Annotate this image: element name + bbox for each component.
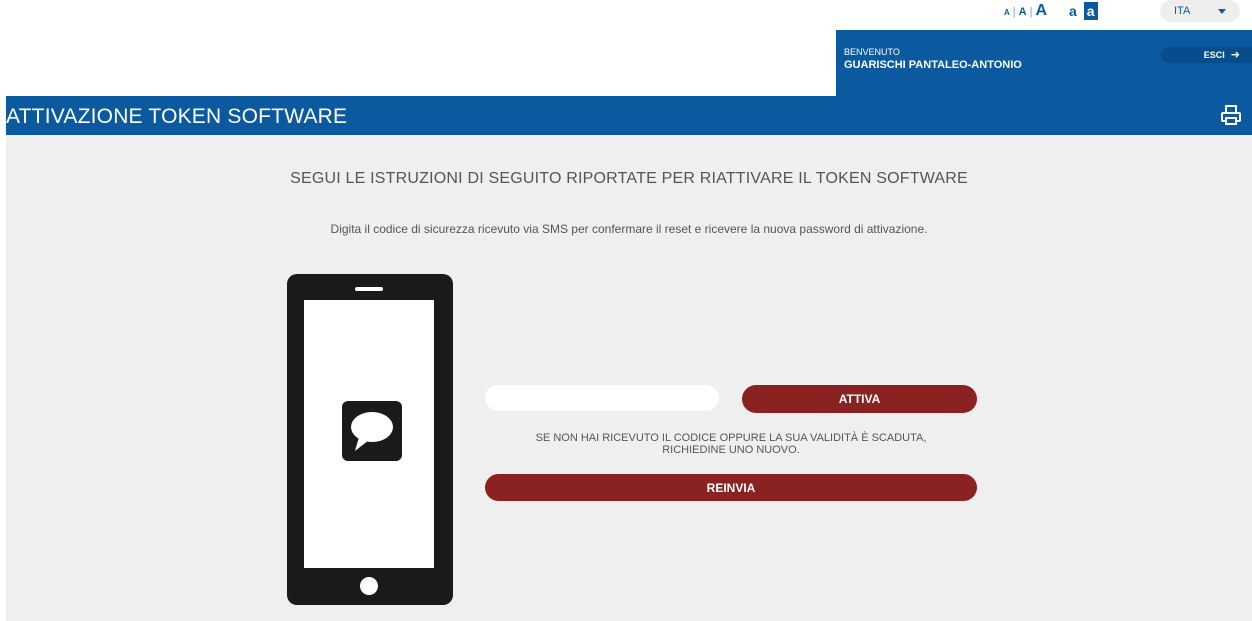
print-icon <box>1221 105 1241 125</box>
page-header: ATTIVAZIONE TOKEN SOFTWARE <box>6 96 1252 135</box>
main-content: SEGUI LE ISTRUZIONI DI SEGUITO RIPORTATE… <box>6 135 1252 621</box>
arrow-right-icon: ➜ <box>1230 48 1240 61</box>
contrast-normal-button[interactable]: a <box>1066 2 1080 20</box>
logout-label: ESCI <box>1203 50 1225 60</box>
logout-button[interactable]: ESCI ➜ <box>1161 47 1252 63</box>
resend-note-line2: RICHIEDINE UNO NUOVO. <box>662 444 800 456</box>
smartphone-sms-icon <box>287 274 453 605</box>
user-panel: BENVENUTO GUARISCHI PANTALEO-ANTONIO ESC… <box>836 30 1252 96</box>
resend-note: SE NON HAI RICEVUTO IL CODICE OPPURE LA … <box>485 432 977 456</box>
welcome-label: BENVENUTO <box>844 47 900 57</box>
language-selected-value: ITA <box>1174 5 1191 17</box>
instructions-title: SEGUI LE ISTRUZIONI DI SEGUITO RIPORTATE… <box>290 170 968 187</box>
user-name: GUARISCHI PANTALEO-ANTONIO <box>844 59 1022 71</box>
font-size-controls: A | A | A <box>1004 3 1047 19</box>
font-size-separator: | <box>1029 6 1033 18</box>
page-title: ATTIVAZIONE TOKEN SOFTWARE <box>6 105 348 128</box>
contrast-high-button[interactable]: a <box>1083 2 1098 20</box>
font-size-large[interactable]: A <box>1035 3 1047 19</box>
print-button[interactable] <box>1220 104 1242 126</box>
resend-button[interactable]: REINVIA <box>485 474 977 501</box>
font-size-small[interactable]: A <box>1004 9 1010 19</box>
activate-button[interactable]: ATTIVA <box>742 385 977 413</box>
instructions-text: Digita il codice di sicurezza ricevuto v… <box>330 222 928 236</box>
chevron-down-icon <box>1218 8 1226 14</box>
resend-note-line1: SE NON HAI RICEVUTO IL CODICE OPPURE LA … <box>535 432 927 444</box>
language-select[interactable]: ITA <box>1160 0 1240 22</box>
security-code-input[interactable] <box>485 385 719 411</box>
font-size-separator: | <box>1012 6 1016 18</box>
font-size-medium[interactable]: A <box>1019 7 1027 19</box>
contrast-controls: a a <box>1066 2 1098 20</box>
